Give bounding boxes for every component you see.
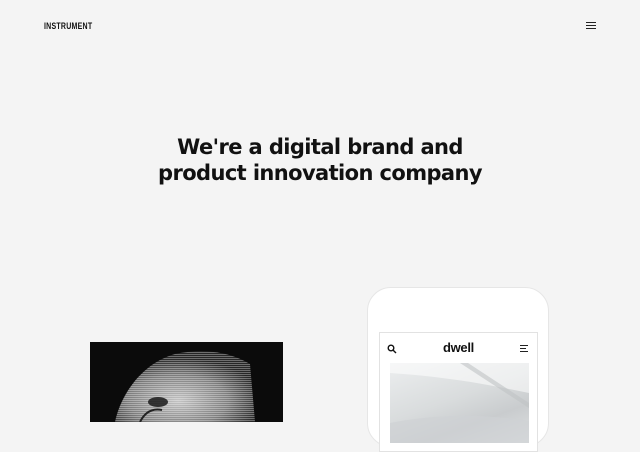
phone-mockup: dwell [367, 287, 549, 452]
halftone-portrait-image [90, 342, 283, 422]
menu-line [520, 351, 528, 352]
headline-line-2: product innovation company [158, 161, 483, 185]
hamburger-menu-icon[interactable] [586, 22, 596, 30]
menu-line [520, 345, 528, 346]
menu-line [586, 22, 596, 23]
phone-screen: dwell [379, 332, 538, 452]
dwell-logo[interactable]: dwell [380, 340, 537, 355]
brand-logo[interactable]: INSTRUMENT [44, 21, 92, 31]
hero-headline: We're a digital brand and product innova… [0, 134, 640, 186]
architecture-image [390, 363, 529, 443]
menu-line [586, 25, 596, 26]
menu-line [520, 348, 526, 349]
menu-line [586, 28, 596, 29]
menu-icon[interactable] [520, 345, 529, 352]
headline-line-1: We're a digital brand and [177, 135, 463, 159]
halftone-portrait-card[interactable] [90, 342, 283, 422]
architecture-photo[interactable] [390, 363, 529, 443]
